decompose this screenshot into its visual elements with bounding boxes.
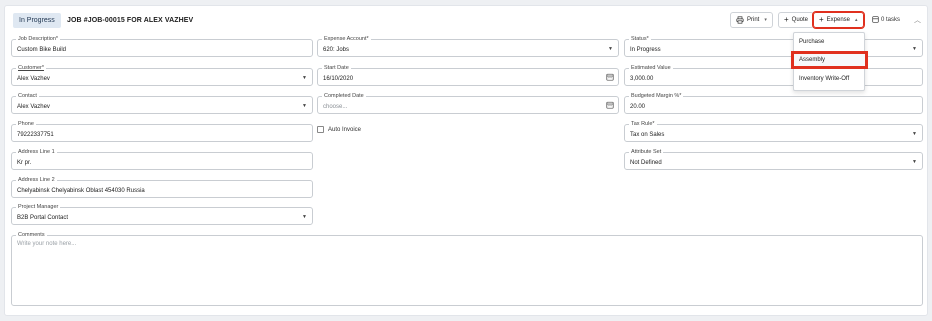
- field-label: Status*: [629, 35, 651, 43]
- estimated-value-field[interactable]: Estimated Value 3,000.00: [624, 64, 923, 86]
- print-button[interactable]: Print ▾: [730, 12, 773, 28]
- expense-dropdown-menu: Purchase Assembly Inventory Write-Off: [791, 32, 868, 91]
- chevron-down-icon: ▾: [764, 17, 767, 23]
- field-value: 79222337751: [17, 132, 54, 138]
- collapse-chevron-icon[interactable]: ︿: [914, 15, 921, 25]
- job-header: In Progress JOB #JOB-00015 FOR ALEX VAZH…: [5, 6, 927, 34]
- field-label: Phone: [16, 120, 36, 128]
- attribute-set-select[interactable]: Attribute Set Not Defined ▼: [624, 148, 923, 170]
- chevron-down-icon: ▼: [912, 131, 917, 137]
- field-label: Address Line 1: [16, 148, 57, 156]
- comments-textarea[interactable]: Comments Write your note here...: [11, 231, 923, 306]
- status-select[interactable]: Status* In Progress ▼: [624, 35, 923, 57]
- job-panel: In Progress JOB #JOB-00015 FOR ALEX VAZH…: [4, 5, 928, 316]
- auto-invoice-label: Auto Invoice: [328, 126, 362, 133]
- menu-item-inventory-write-off[interactable]: Inventory Write-Off: [794, 71, 864, 87]
- expense-label: Expense: [826, 17, 851, 23]
- field-label: Start Date: [322, 64, 351, 72]
- printer-icon: [736, 16, 744, 24]
- auto-invoice-checkbox[interactable]: Auto Invoice: [317, 126, 361, 133]
- print-label: Print: [747, 17, 760, 23]
- tasks-label: 0 tasks: [881, 16, 901, 23]
- address-line-2-field[interactable]: Address Line 2 Chelyabinsk Chelyabinsk O…: [11, 176, 313, 198]
- contact-select[interactable]: Contact Alex Vazhev ▼: [11, 92, 313, 114]
- menu-item-assembly[interactable]: Assembly: [791, 51, 868, 69]
- field-label: Estimated Value: [629, 64, 673, 72]
- field-value: Custom Bike Build: [17, 47, 67, 53]
- field-label: Attribute Set: [629, 148, 664, 156]
- field-value: In Progress: [630, 47, 661, 53]
- tax-rule-select[interactable]: Tax Rule* Tax on Sales ▼: [624, 120, 923, 142]
- field-label: Job Description*: [16, 35, 61, 43]
- customer-select[interactable]: Customer* Alex Vazhev ▼: [11, 64, 313, 86]
- field-value: Tax on Sales: [630, 132, 665, 138]
- expense-account-select[interactable]: Expense Account* 620: Jobs ▼: [317, 35, 619, 57]
- field-label: Contact: [16, 92, 39, 100]
- field-placeholder: choose...: [323, 104, 348, 110]
- field-value: Chelyabinsk Chelyabinsk Oblast 454030 Ru…: [17, 188, 145, 194]
- chevron-down-icon: ▼: [302, 103, 307, 109]
- menu-item-purchase[interactable]: Purchase: [794, 34, 864, 50]
- budgeted-margin-field[interactable]: Budgeted Margin %* 20.00: [624, 92, 923, 114]
- field-value: 620: Jobs: [323, 47, 350, 53]
- calendar-icon[interactable]: [606, 73, 614, 81]
- quote-button[interactable]: + Quote: [778, 12, 815, 28]
- job-description-field[interactable]: Job Description* Custom Bike Build: [11, 35, 313, 57]
- project-manager-select[interactable]: Project Manager B2B Portal Contact ▼: [11, 203, 313, 225]
- quote-label: Quote: [791, 17, 809, 23]
- chevron-down-icon: ▼: [912, 159, 917, 165]
- field-label: Comments: [16, 231, 47, 239]
- start-date-field[interactable]: Start Date 16/10/2020: [317, 64, 619, 86]
- status-badge: In Progress: [13, 13, 61, 28]
- field-label: Customer*: [16, 64, 46, 72]
- chevron-down-icon: ▼: [302, 214, 307, 220]
- chevron-down-icon: ▼: [912, 46, 917, 52]
- field-value: Not Defined: [630, 160, 662, 166]
- field-value: 3,000.00: [630, 76, 654, 82]
- field-value: 20.00: [630, 104, 646, 110]
- completed-date-field[interactable]: Completed Date choose...: [317, 92, 619, 114]
- page-title: JOB #JOB-00015 FOR ALEX VAZHEV: [67, 17, 194, 24]
- field-label: Project Manager: [16, 203, 61, 211]
- chevron-down-icon: ▼: [608, 46, 613, 52]
- checkbox-box[interactable]: [317, 126, 324, 133]
- field-value: B2B Portal Contact: [17, 215, 69, 221]
- field-value: Alex Vazhev: [17, 104, 50, 110]
- chevron-down-icon: ▼: [302, 75, 307, 81]
- phone-field[interactable]: Phone 79222337751: [11, 120, 313, 142]
- expense-button[interactable]: + Expense ▴: [812, 11, 865, 29]
- field-value: Alex Vazhev: [17, 76, 50, 82]
- calendar-icon[interactable]: [606, 101, 614, 109]
- comments-placeholder: Write your note here...: [17, 241, 77, 247]
- field-value: Kr pr.: [17, 160, 32, 166]
- address-line-1-field[interactable]: Address Line 1 Kr pr.: [11, 148, 313, 170]
- field-label: Tax Rule*: [629, 120, 657, 128]
- chevron-up-icon: ▴: [855, 17, 858, 23]
- tasks-icon: [872, 16, 879, 23]
- plus-icon: +: [819, 15, 824, 24]
- tasks-button[interactable]: 0 tasks: [872, 16, 900, 23]
- plus-icon: +: [784, 15, 789, 24]
- field-label: Completed Date: [322, 92, 366, 100]
- field-label: Budgeted Margin %*: [629, 92, 684, 100]
- field-label: Expense Account*: [322, 35, 371, 43]
- field-label: Address Line 2: [16, 176, 57, 184]
- field-value: 16/10/2020: [323, 76, 354, 82]
